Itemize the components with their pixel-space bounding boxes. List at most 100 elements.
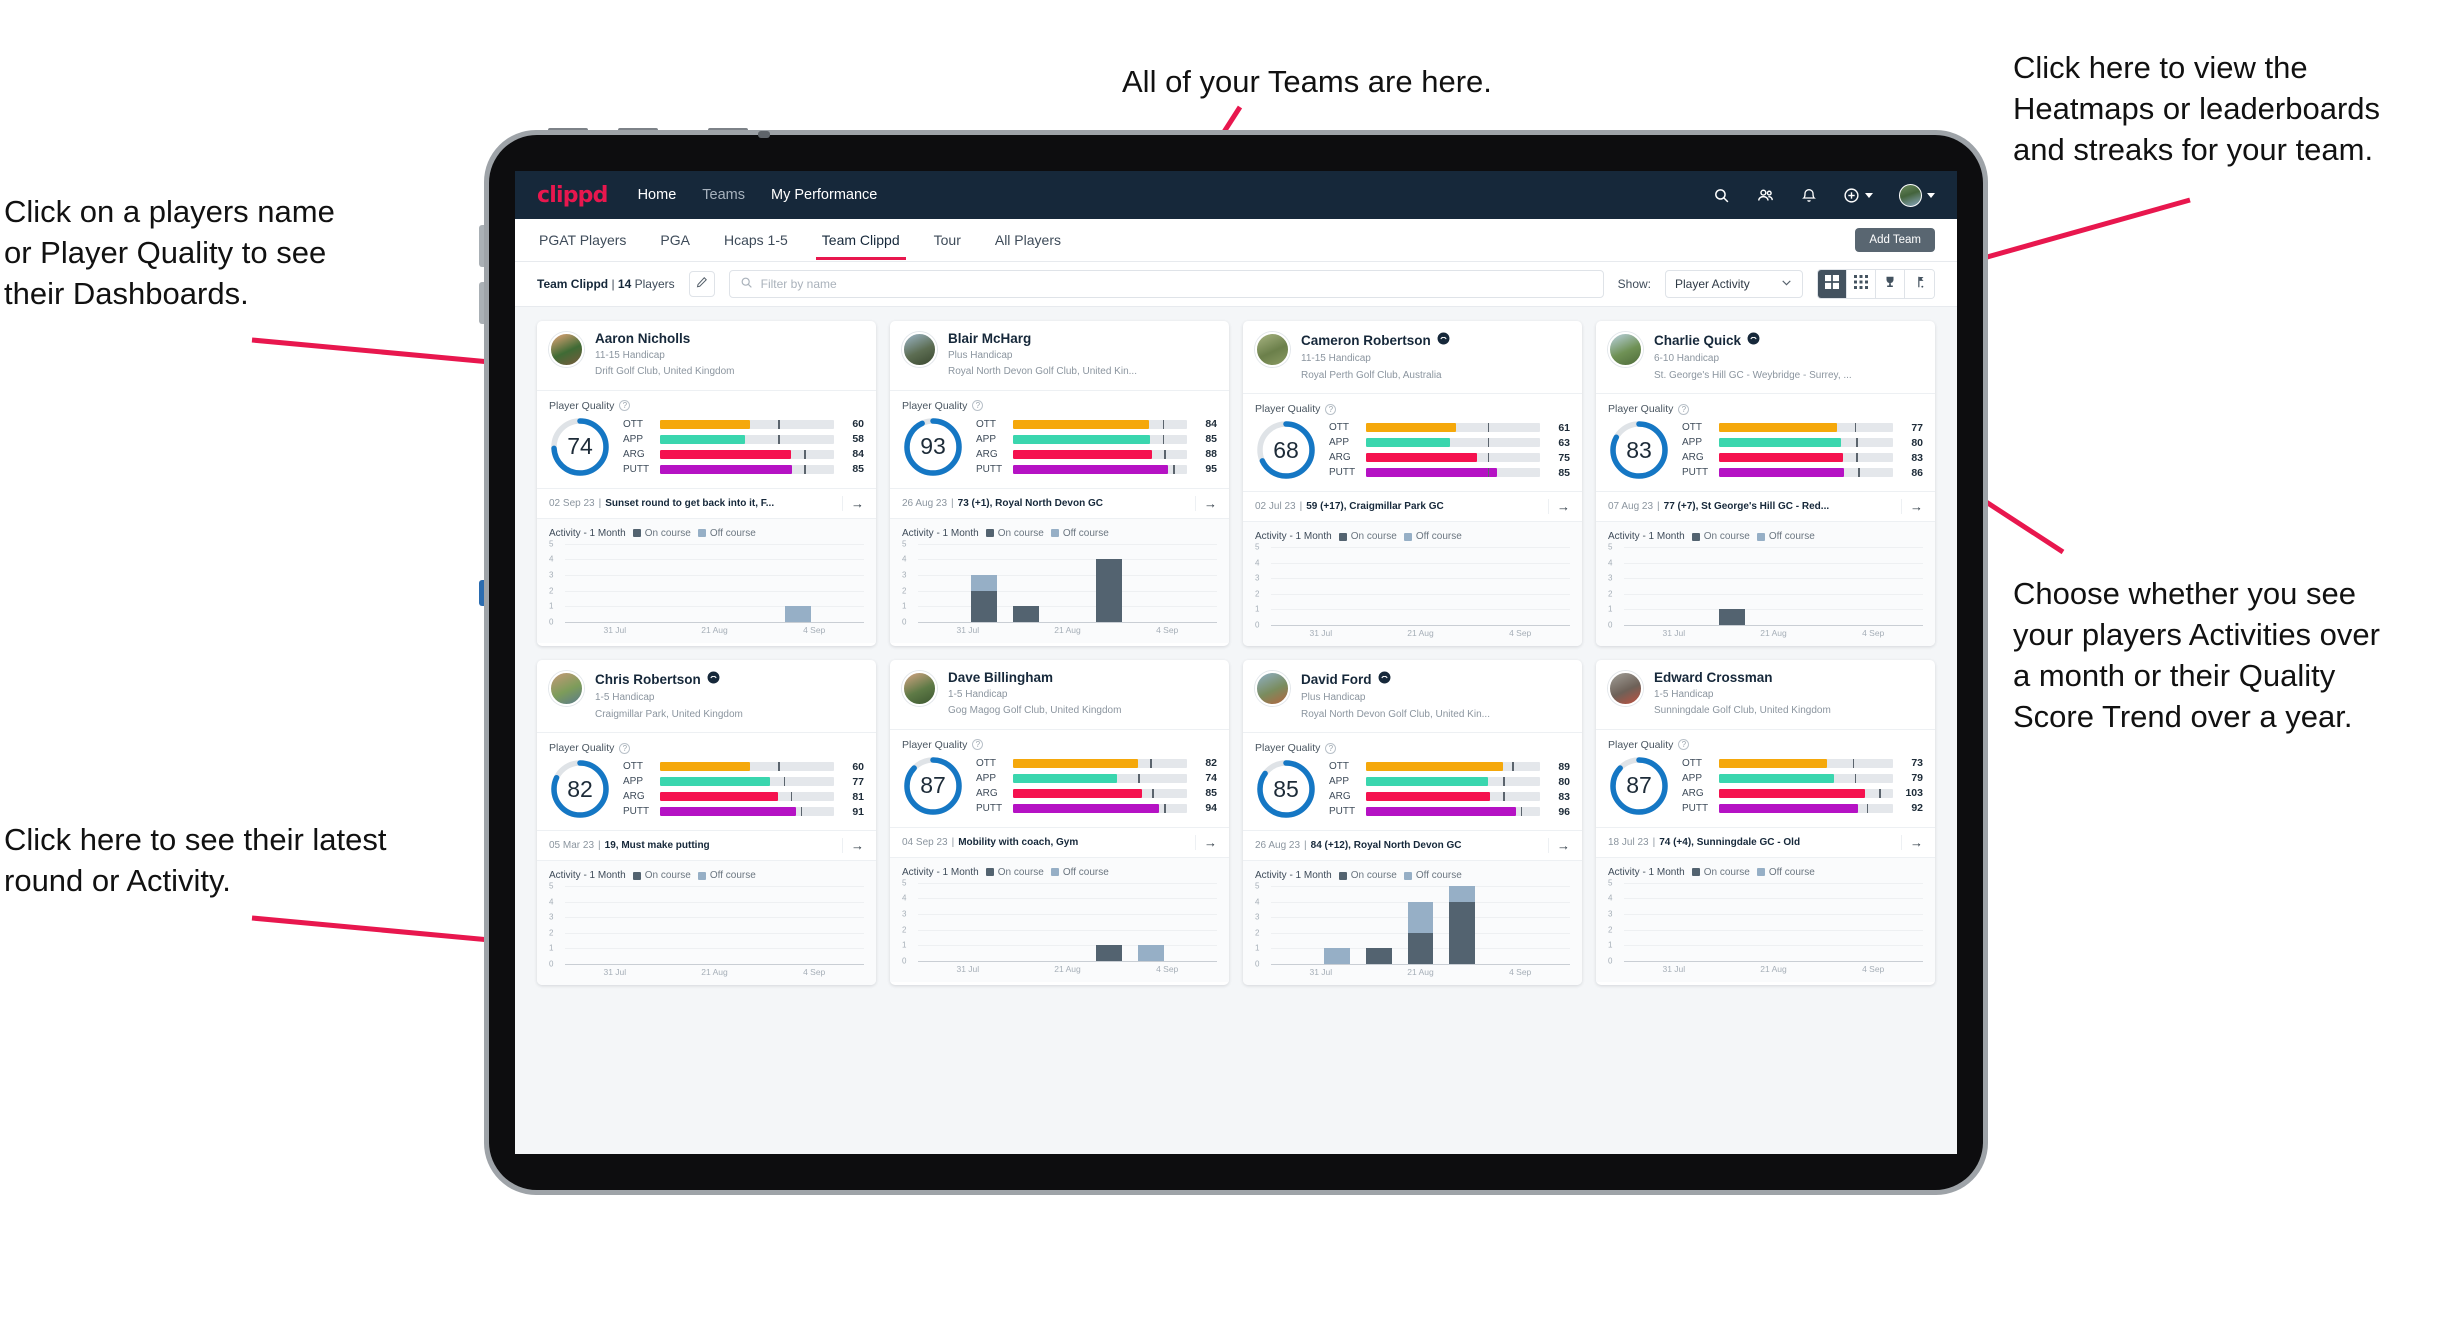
chart-bar-slot [1836, 547, 1878, 625]
latest-round-row[interactable]: 05 Mar 23 | 19, Must make putting → [537, 830, 876, 861]
chart-y-label: 4 [1255, 897, 1260, 907]
player-card-header[interactable]: David Ford Plus Handicap Royal North Dev… [1243, 660, 1582, 732]
metric-bar-fill [660, 449, 791, 459]
chart-y-label: 2 [549, 928, 554, 938]
plus-circle-icon[interactable] [1843, 187, 1873, 204]
latest-round-row[interactable]: 04 Sep 23 | Mobility with coach, Gym → [890, 826, 1229, 858]
view-golf-flag-button[interactable] [1905, 270, 1934, 298]
view-grid-small-button[interactable] [1847, 270, 1876, 298]
player-name-row[interactable]: Charlie Quick [1654, 332, 1852, 350]
player-name[interactable]: Cameron Robertson [1301, 333, 1431, 349]
player-card[interactable]: Edward Crossman 1-5 Handicap Sunningdale… [1596, 660, 1935, 985]
player-name-row[interactable]: David Ford [1301, 671, 1490, 689]
metric-bar-tick [1162, 434, 1165, 444]
show-select[interactable]: Player Activity [1665, 270, 1803, 298]
tab-pgat-players[interactable]: PGAT Players [537, 221, 628, 259]
player-card[interactable]: Dave Billingham 1-5 Handicap Gog Magog G… [890, 660, 1229, 985]
player-quality-section[interactable]: Player Quality ? 87 OTT 73 APP 79 ARG 10… [1596, 730, 1935, 827]
round-arrow-icon[interactable]: → [842, 838, 864, 853]
round-arrow-icon[interactable]: → [1548, 838, 1570, 853]
player-card[interactable]: Chris Robertson 1-5 Handicap Craigmillar… [537, 660, 876, 985]
metric-bar [1719, 438, 1893, 447]
help-circle-icon[interactable]: ? [972, 739, 984, 751]
help-circle-icon[interactable]: ? [972, 400, 984, 412]
player-card-header[interactable]: Cameron Robertson 11-15 Handicap Royal P… [1243, 321, 1582, 393]
player-card[interactable]: Charlie Quick 6-10 Handicap St. George's… [1596, 321, 1935, 646]
search-input[interactable]: Filter by name [728, 270, 1604, 298]
bell-icon[interactable] [1801, 186, 1817, 204]
chart-y-label: 1 [902, 601, 907, 611]
help-circle-icon[interactable]: ? [1678, 739, 1690, 751]
metric-value: 77 [852, 775, 864, 788]
tab-pga[interactable]: PGA [658, 221, 692, 259]
latest-round-row[interactable]: 07 Aug 23 | 77 (+7), St George's Hill GC… [1596, 491, 1935, 522]
player-name[interactable]: David Ford [1301, 672, 1372, 688]
player-card[interactable]: Aaron Nicholls 11-15 Handicap Drift Golf… [537, 321, 876, 646]
round-arrow-icon[interactable]: → [1901, 499, 1923, 514]
player-name[interactable]: Edward Crossman [1654, 670, 1773, 686]
player-quality-section[interactable]: Player Quality ? 82 OTT 60 APP 77 ARG 81… [537, 733, 876, 830]
clippd-logo[interactable]: clippd [537, 183, 608, 208]
avatar[interactable] [1899, 183, 1935, 207]
round-arrow-icon[interactable]: → [842, 495, 864, 511]
help-circle-icon[interactable]: ? [1678, 403, 1690, 415]
round-arrow-icon[interactable]: → [1548, 499, 1570, 514]
metric-bar-tick [1856, 438, 1858, 447]
activity-title: Activity - 1 Month [1255, 870, 1332, 881]
round-arrow-icon[interactable]: → [1195, 495, 1217, 511]
edit-team-button[interactable] [688, 271, 715, 297]
help-circle-icon[interactable]: ? [1325, 742, 1337, 754]
nav-link-home[interactable]: Home [638, 187, 677, 203]
player-name-row[interactable]: Chris Robertson [595, 671, 743, 689]
metric-bar [1366, 807, 1540, 816]
player-card-header[interactable]: Edward Crossman 1-5 Handicap Sunningdale… [1596, 660, 1935, 729]
round-arrow-icon[interactable]: → [1195, 834, 1217, 850]
tab-team-clippd[interactable]: Team Clippd [815, 221, 906, 260]
player-name[interactable]: Dave Billingham [948, 670, 1053, 686]
player-card-header[interactable]: Aaron Nicholls 11-15 Handicap Drift Golf… [537, 321, 876, 390]
player-card-header[interactable]: Dave Billingham 1-5 Handicap Gog Magog G… [890, 660, 1229, 729]
player-quality-section[interactable]: Player Quality ? 93 OTT 84 APP 85 ARG 88… [890, 391, 1229, 488]
nav-link-teams[interactable]: Teams [702, 187, 745, 203]
help-circle-icon[interactable]: ? [619, 400, 631, 412]
nav-link-my-performance[interactable]: My Performance [771, 187, 877, 203]
help-circle-icon[interactable]: ? [1325, 403, 1337, 415]
player-card[interactable]: Cameron Robertson 11-15 Handicap Royal P… [1243, 321, 1582, 646]
latest-round-row[interactable]: 26 Aug 23 | 73 (+1), Royal North Devon G… [890, 487, 1229, 519]
player-name[interactable]: Chris Robertson [595, 672, 701, 688]
player-quality-section[interactable]: Player Quality ? 68 OTT 61 APP 63 ARG 75… [1243, 394, 1582, 491]
people-icon[interactable] [1756, 187, 1775, 204]
player-quality-section[interactable]: Player Quality ? 85 OTT 89 APP 80 ARG 83… [1243, 733, 1582, 830]
search-icon[interactable] [1713, 187, 1730, 204]
player-quality-section[interactable]: Player Quality ? 74 OTT 60 APP 58 ARG 84… [537, 391, 876, 488]
view-trophy-button[interactable] [1876, 270, 1905, 298]
player-card[interactable]: Blair McHarg Plus Handicap Royal North D… [890, 321, 1229, 646]
latest-round-row[interactable]: 02 Sep 23 | Sunset round to get back int… [537, 487, 876, 519]
tab-tour[interactable]: Tour [932, 221, 963, 259]
latest-round-row[interactable]: 26 Aug 23 | 84 (+12), Royal North Devon … [1243, 830, 1582, 861]
player-card[interactable]: David Ford Plus Handicap Royal North Dev… [1243, 660, 1582, 985]
player-quality-section[interactable]: Player Quality ? 83 OTT 77 APP 80 ARG 83… [1596, 394, 1935, 491]
player-quality-label: Player Quality [1608, 738, 1674, 751]
tab-all-players[interactable]: All Players [993, 221, 1063, 259]
help-circle-icon[interactable]: ? [619, 742, 631, 754]
latest-round-row[interactable]: 02 Jul 23 | 59 (+17), Craigmillar Park G… [1243, 491, 1582, 522]
metric-row: APP 74 [976, 772, 1217, 784]
player-name-row[interactable]: Blair McHarg [948, 331, 1137, 347]
player-name[interactable]: Blair McHarg [948, 331, 1031, 347]
add-team-button[interactable]: Add Team [1855, 228, 1935, 252]
player-name[interactable]: Aaron Nicholls [595, 331, 690, 347]
player-name-row[interactable]: Aaron Nicholls [595, 331, 735, 347]
player-quality-section[interactable]: Player Quality ? 87 OTT 82 APP 74 ARG 85… [890, 730, 1229, 827]
player-name[interactable]: Charlie Quick [1654, 333, 1741, 349]
player-name-row[interactable]: Cameron Robertson [1301, 332, 1450, 350]
tab-hcaps-1-5[interactable]: Hcaps 1-5 [722, 221, 790, 259]
player-card-header[interactable]: Charlie Quick 6-10 Handicap St. George's… [1596, 321, 1935, 393]
player-name-row[interactable]: Dave Billingham [948, 670, 1121, 686]
view-grid-large-button[interactable] [1818, 270, 1847, 298]
player-name-row[interactable]: Edward Crossman [1654, 670, 1831, 686]
player-card-header[interactable]: Chris Robertson 1-5 Handicap Craigmillar… [537, 660, 876, 732]
latest-round-row[interactable]: 18 Jul 23 | 74 (+4), Sunningdale GC - Ol… [1596, 826, 1935, 858]
player-card-header[interactable]: Blair McHarg Plus Handicap Royal North D… [890, 321, 1229, 390]
round-arrow-icon[interactable]: → [1901, 834, 1923, 850]
